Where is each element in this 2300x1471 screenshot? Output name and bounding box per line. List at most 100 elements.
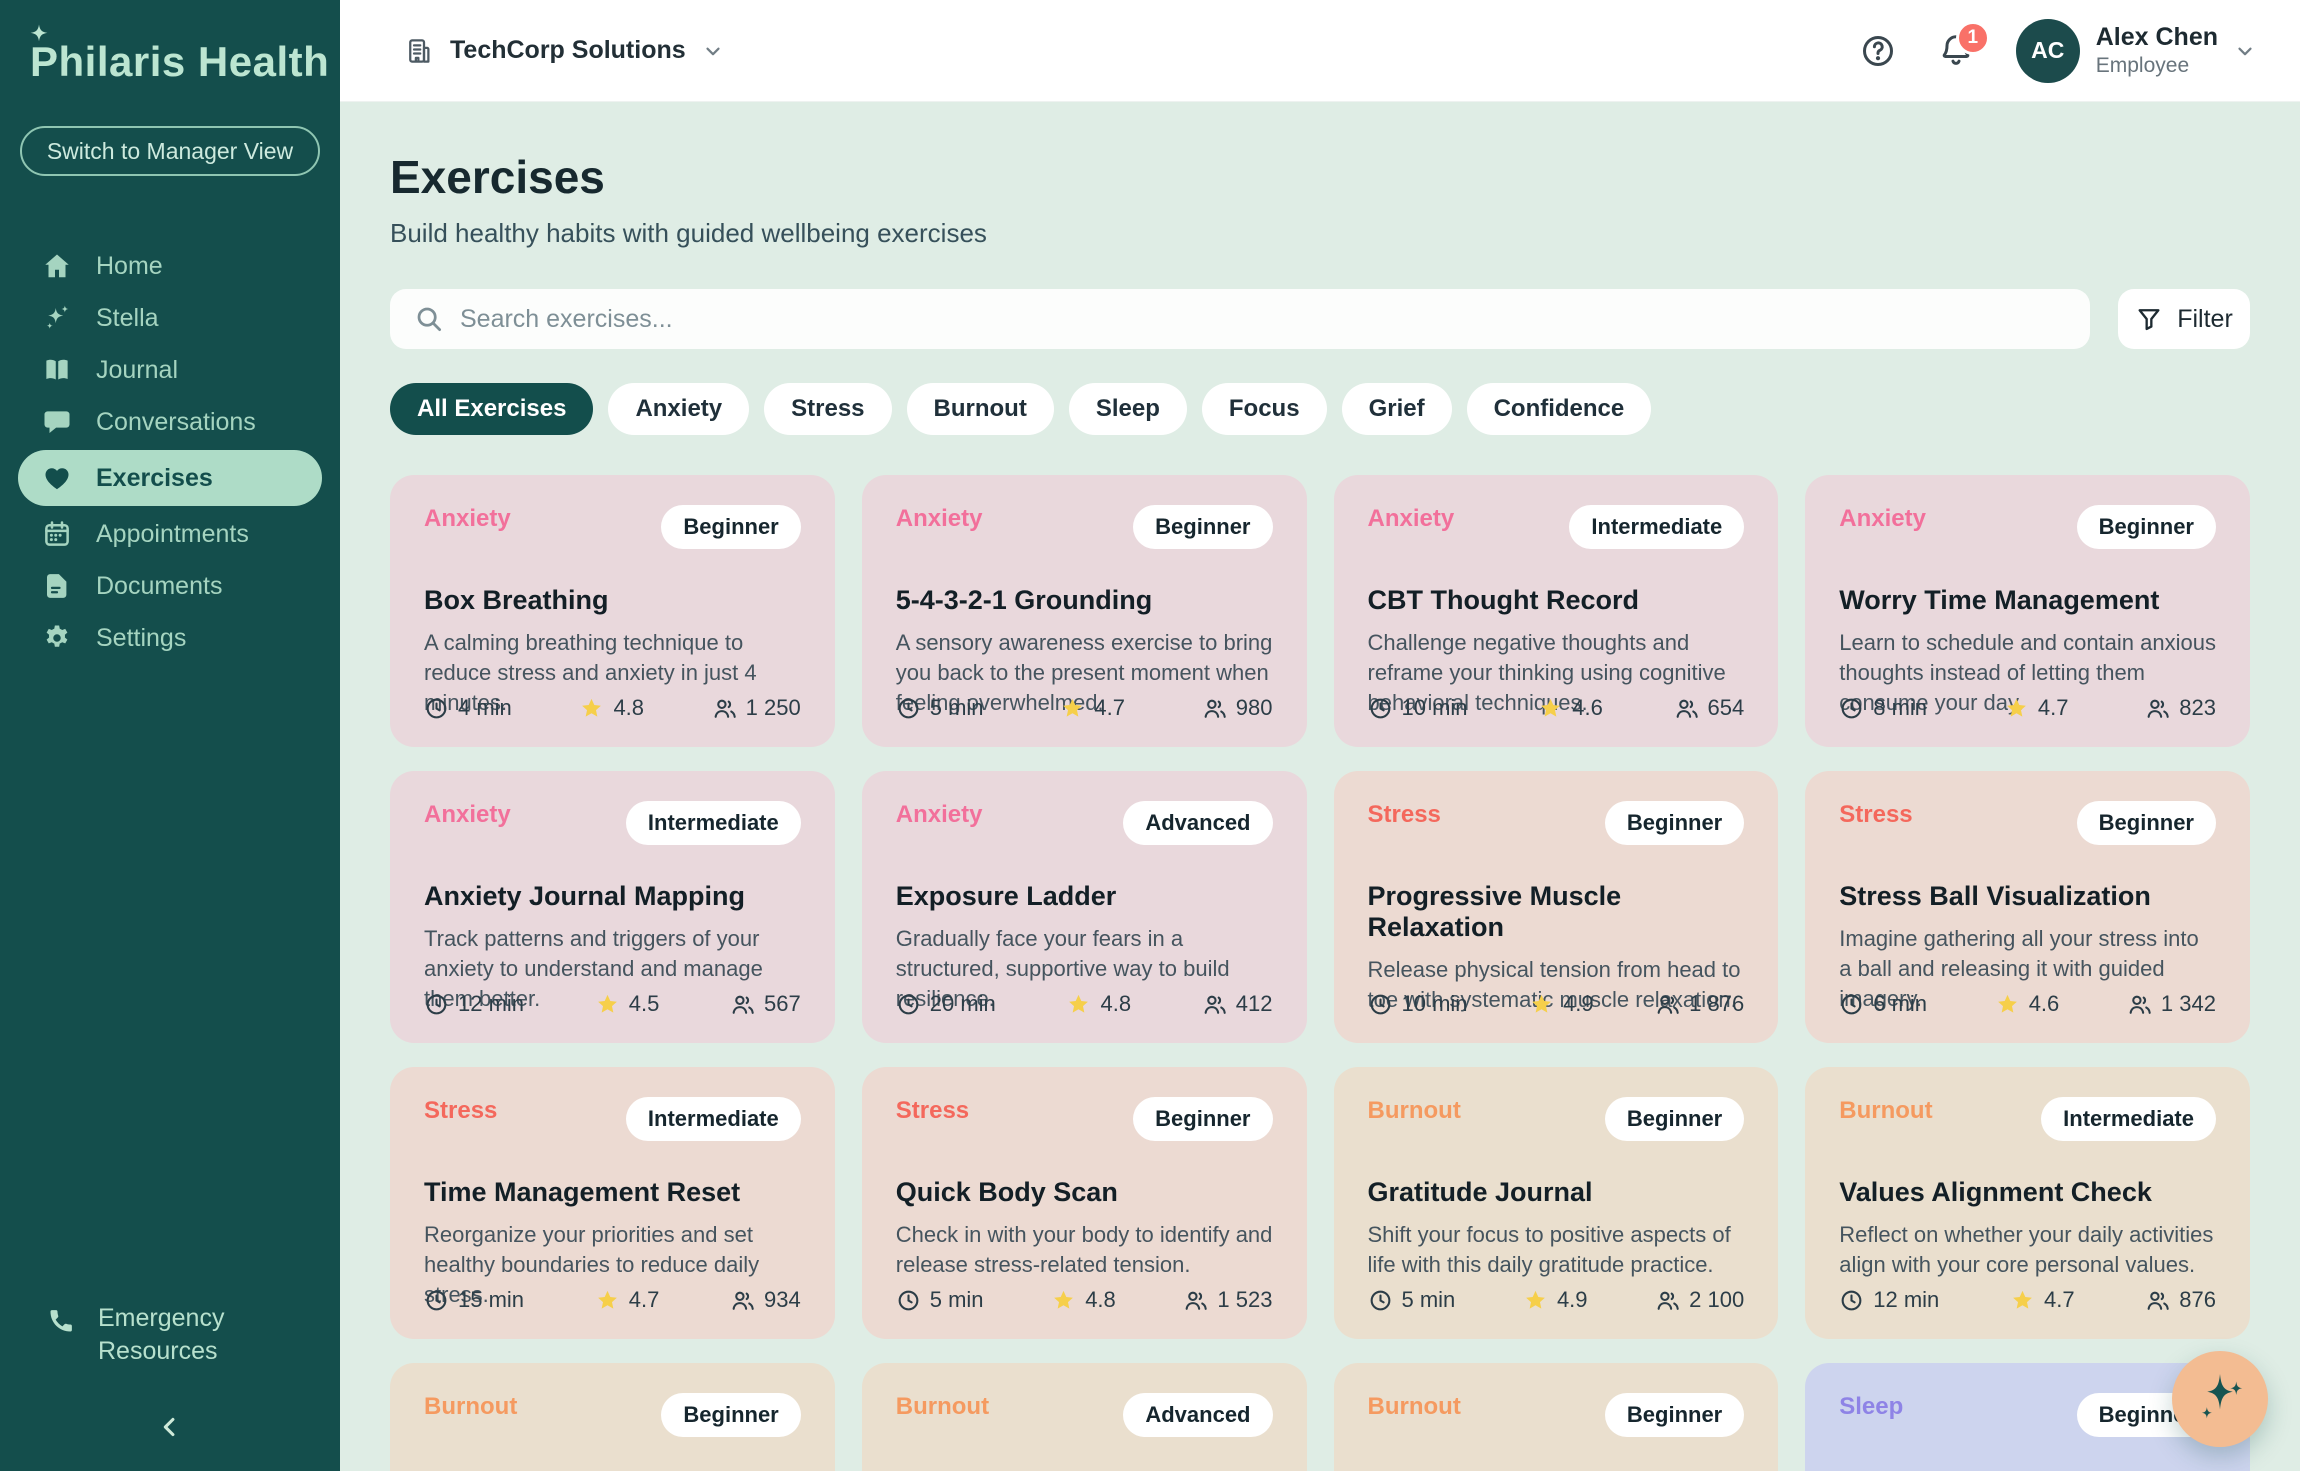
user-name: Alex Chen	[2096, 23, 2218, 52]
difficulty-badge: Beginner	[661, 1393, 800, 1437]
duration-stat: 10 min	[1368, 695, 1468, 721]
users-stat: 1 250	[712, 695, 801, 721]
chip-focus[interactable]: Focus	[1202, 383, 1327, 435]
notifications-button[interactable]: 1	[1938, 33, 1974, 69]
rating-stat: 4.7	[2010, 1287, 2075, 1313]
help-button[interactable]	[1860, 33, 1896, 69]
exercise-card-progressive-muscle-relaxation[interactable]: Stress Beginner Progressive Muscle Relax…	[1334, 771, 1779, 1043]
star-icon	[1066, 992, 1091, 1017]
sidebar-item-documents[interactable]: Documents	[0, 560, 340, 612]
card-stats: 12 min 4.5 567	[424, 991, 801, 1017]
sidebar-item-exercises[interactable]: Exercises	[18, 450, 322, 506]
card-category: Burnout	[1839, 1097, 1932, 1125]
search-input[interactable]	[460, 305, 2066, 334]
chip-sleep[interactable]: Sleep	[1069, 383, 1187, 435]
card-stats: 5 min 4.9 2 100	[1368, 1287, 1745, 1313]
card-title: Quick Body Scan	[896, 1177, 1273, 1208]
exercise-card-exposure-ladder[interactable]: Anxiety Advanced Exposure LadderGraduall…	[862, 771, 1307, 1043]
gear-icon	[42, 623, 72, 653]
rating-stat: 4.7	[1060, 695, 1125, 721]
exercise-card-worry-time-management[interactable]: Anxiety Beginner Worry Time ManagementLe…	[1805, 475, 2250, 747]
sidebar-item-stella[interactable]: Stella	[0, 292, 340, 344]
chat-bubble-icon	[42, 407, 72, 437]
chevron-down-icon	[2234, 40, 2256, 62]
card-category: Burnout	[424, 1393, 517, 1421]
duration-stat: 12 min	[1839, 1287, 1939, 1313]
rating-stat: 4.9	[1529, 991, 1594, 1017]
sidebar-item-settings[interactable]: Settings	[0, 612, 340, 664]
duration-stat: 15 min	[424, 1287, 524, 1313]
rating-stat: 4.8	[579, 695, 644, 721]
user-role: Employee	[2096, 54, 2218, 78]
sidebar-item-appointments[interactable]: Appointments	[0, 508, 340, 560]
exercise-card-box-breathing[interactable]: Anxiety Beginner Box BreathingA calming …	[390, 475, 835, 747]
exercise-card-5-4-3-2-1-grounding[interactable]: Anxiety Beginner 5-4-3-2-1 GroundingA se…	[862, 475, 1307, 747]
rating-stat: 4.8	[1066, 991, 1131, 1017]
exercise-card-time-management-reset[interactable]: Stress Intermediate Time Management Rese…	[390, 1067, 835, 1339]
organization-selector[interactable]: TechCorp Solutions	[404, 36, 724, 66]
card-category: Stress	[424, 1097, 497, 1125]
chip-burnout[interactable]: Burnout	[907, 383, 1054, 435]
star-icon	[1538, 696, 1563, 721]
sidebar-item-label: Exercises	[96, 464, 213, 493]
page-title: Exercises	[390, 150, 2250, 204]
difficulty-badge: Intermediate	[626, 801, 801, 845]
exercise-card-energy-audit[interactable]: Burnout Beginner Energy Audit	[390, 1363, 835, 1471]
logo-sparkle-icon	[24, 22, 54, 52]
switch-to-manager-view-button[interactable]: Switch to Manager View	[20, 126, 320, 176]
category-chips: All Exercises Anxiety Stress Burnout Sleep Fo…	[390, 383, 2250, 435]
card-title: Progressive Muscle Relaxation	[1368, 881, 1745, 943]
difficulty-badge: Intermediate	[2041, 1097, 2216, 1141]
star-icon	[2004, 696, 2029, 721]
funnel-icon	[2135, 305, 2163, 333]
chip-grief[interactable]: Grief	[1342, 383, 1452, 435]
emergency-resources-link[interactable]: Emergency Resources	[0, 1302, 340, 1367]
difficulty-badge: Beginner	[1133, 505, 1272, 549]
exercise-card-cbt-thought-record[interactable]: Anxiety Intermediate CBT Thought RecordC…	[1334, 475, 1779, 747]
users-icon	[712, 696, 737, 721]
users-stat: 823	[2145, 695, 2216, 721]
sidebar-item-home[interactable]: Home	[0, 240, 340, 292]
top-header: TechCorp Solutions 1 AC Alex Chen Employ…	[340, 0, 2300, 102]
calendar-icon	[42, 519, 72, 549]
sidebar-item-label: Documents	[96, 572, 222, 601]
exercise-card-boundary-setting-practice[interactable]: Burnout Advanced Boundary Setting Practi…	[862, 1363, 1307, 1471]
users-stat: 654	[1674, 695, 1745, 721]
exercise-card-anxiety-journal-mapping[interactable]: Anxiety Intermediate Anxiety Journal Map…	[390, 771, 835, 1043]
card-title: 5-4-3-2-1 Grounding	[896, 585, 1273, 616]
ai-assistant-button[interactable]	[2172, 1351, 2268, 1447]
card-title: Time Management Reset	[424, 1177, 801, 1208]
collapse-sidebar-button[interactable]	[156, 1413, 184, 1441]
star-icon	[1995, 992, 2020, 1017]
card-stats: 10 min 4.6 654	[1368, 695, 1745, 721]
users-icon	[1674, 696, 1699, 721]
sidebar-item-conversations[interactable]: Conversations	[0, 396, 340, 448]
exercise-card-values-alignment-check[interactable]: Burnout Intermediate Values Alignment Ch…	[1805, 1067, 2250, 1339]
page-subtitle: Build healthy habits with guided wellbei…	[390, 218, 2250, 249]
card-category: Anxiety	[424, 801, 511, 829]
sparkles-icon	[2190, 1369, 2250, 1429]
exercise-card-gratitude-journal[interactable]: Burnout Beginner Gratitude JournalShift …	[1334, 1067, 1779, 1339]
rating-stat: 4.7	[595, 1287, 660, 1313]
chip-anxiety[interactable]: Anxiety	[608, 383, 749, 435]
clock-icon	[424, 1288, 449, 1313]
chip-all-exercises[interactable]: All Exercises	[390, 383, 593, 435]
users-icon	[1655, 992, 1680, 1017]
users-icon	[730, 1288, 755, 1313]
card-title: Values Alignment Check	[1839, 1177, 2216, 1208]
exercise-card-stress-ball-visualization[interactable]: Stress Beginner Stress Ball Visualizatio…	[1805, 771, 2250, 1043]
users-stat: 980	[1202, 695, 1273, 721]
exercise-card-quick-body-scan[interactable]: Stress Beginner Quick Body ScanCheck in …	[862, 1067, 1307, 1339]
clock-icon	[1839, 696, 1864, 721]
chip-stress[interactable]: Stress	[764, 383, 891, 435]
difficulty-badge: Intermediate	[1569, 505, 1744, 549]
chip-confidence[interactable]: Confidence	[1467, 383, 1652, 435]
card-description: Shift your focus to positive aspects of …	[1368, 1220, 1745, 1280]
exercise-card-self-compassion-break[interactable]: Burnout Beginner Self-Compassion Break	[1334, 1363, 1779, 1471]
users-icon	[1202, 696, 1227, 721]
filter-button[interactable]: Filter	[2118, 289, 2250, 349]
organization-name: TechCorp Solutions	[450, 36, 686, 65]
user-menu[interactable]: AC Alex Chen Employee	[2016, 19, 2256, 83]
sidebar-item-journal[interactable]: Journal	[0, 344, 340, 396]
card-title: Exposure Ladder	[896, 881, 1273, 912]
